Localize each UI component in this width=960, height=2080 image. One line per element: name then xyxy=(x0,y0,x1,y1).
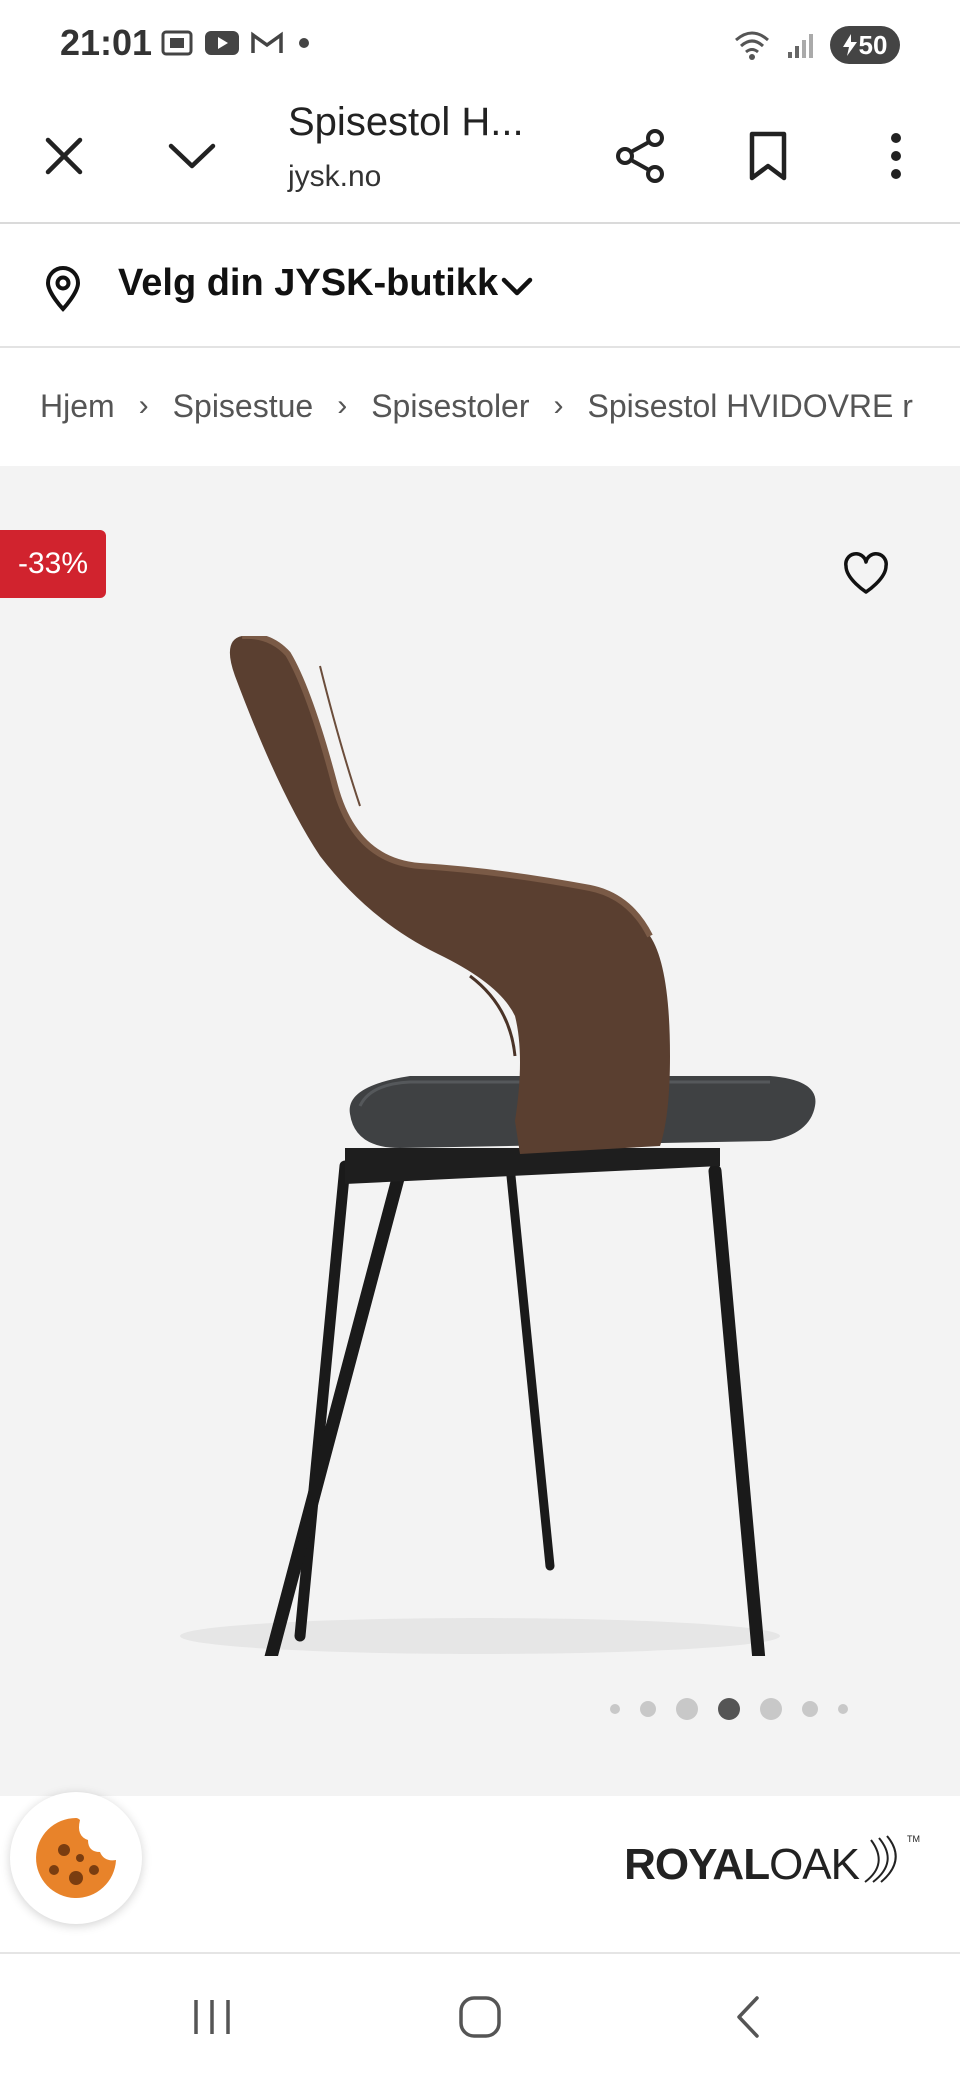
custom-tab-header: Spisestol H... jysk.no xyxy=(0,90,960,224)
carousel-dot[interactable] xyxy=(802,1701,818,1717)
carousel-dot[interactable] xyxy=(676,1698,698,1720)
brand-strip: ROYAL OAK TM xyxy=(0,1796,960,1954)
more-options-button[interactable] xyxy=(856,116,936,196)
chevron-right-icon: › xyxy=(553,389,564,422)
share-button[interactable] xyxy=(600,116,680,196)
breadcrumb-current[interactable]: Spisestol HVIDOVRE r xyxy=(588,388,913,425)
home-icon xyxy=(459,1996,501,2038)
brand-name-royal: ROYAL xyxy=(624,1840,770,1889)
status-bar: 21:01 50 xyxy=(0,0,960,90)
chevron-right-icon: › xyxy=(138,389,149,422)
carousel-dot[interactable] xyxy=(760,1698,782,1720)
minimize-button[interactable] xyxy=(152,116,232,196)
store-selector-label: Velg din JYSK-butikk xyxy=(118,262,499,304)
status-time: 21:01 xyxy=(60,22,153,63)
location-pin-icon xyxy=(45,266,81,312)
breadcrumb-spisestoler[interactable]: Spisestoler xyxy=(371,388,529,425)
battery-level: 50 xyxy=(858,29,888,60)
carousel-dot[interactable] xyxy=(838,1704,848,1714)
store-selector[interactable]: Velg din JYSK-butikk xyxy=(0,224,960,348)
brand-arc-icon xyxy=(864,1835,897,1883)
brand-name-oak: OAK xyxy=(769,1840,860,1889)
youtube-icon xyxy=(205,31,239,55)
close-button[interactable] xyxy=(24,116,104,196)
back-icon xyxy=(737,1996,759,2038)
bookmark-icon xyxy=(749,131,787,181)
wifi-icon xyxy=(735,31,769,60)
cookie-icon xyxy=(36,1818,116,1898)
discount-badge: -33% xyxy=(0,530,106,598)
breadcrumb: Hjem › Spisestue › Spisestoler › Spisest… xyxy=(0,348,960,464)
recent-apps-icon xyxy=(194,2000,230,2034)
screenshot-icon xyxy=(161,30,193,56)
back-button[interactable] xyxy=(708,1982,788,2052)
recent-apps-button[interactable] xyxy=(172,1982,252,2052)
product-image-gallery[interactable]: -33% xyxy=(0,466,960,1796)
carousel-indicator xyxy=(600,1698,858,1720)
brand-trademark: TM xyxy=(907,1834,920,1844)
system-navigation-bar xyxy=(0,1954,960,2080)
share-icon xyxy=(616,129,664,183)
brand-logo: ROYAL OAK TM xyxy=(624,1834,920,1890)
gmail-icon xyxy=(251,31,283,53)
dot-icon xyxy=(299,38,309,48)
heart-icon xyxy=(844,552,888,594)
bookmark-button[interactable] xyxy=(728,116,808,196)
page-domain: jysk.no xyxy=(288,160,382,193)
home-button[interactable] xyxy=(440,1982,520,2052)
cookie-settings-button[interactable] xyxy=(10,1792,142,1924)
breadcrumb-spisestue[interactable]: Spisestue xyxy=(173,388,314,425)
favorite-button[interactable] xyxy=(838,546,894,602)
carousel-dot[interactable] xyxy=(640,1701,656,1717)
breadcrumb-home[interactable]: Hjem xyxy=(40,388,115,425)
close-icon xyxy=(45,137,83,175)
chevron-right-icon: › xyxy=(337,389,348,422)
page-title: Spisestol H... xyxy=(288,100,524,144)
more-vertical-icon xyxy=(891,133,901,179)
system-icons: 50 xyxy=(732,26,900,64)
carousel-dot[interactable] xyxy=(610,1704,620,1714)
chevron-down-icon xyxy=(168,143,216,169)
signal-icon xyxy=(788,34,813,58)
notification-icons xyxy=(160,28,314,58)
carousel-dot[interactable] xyxy=(718,1698,740,1720)
chevron-down-icon xyxy=(501,277,533,296)
battery-charging-icon: 50 xyxy=(830,26,900,64)
product-image xyxy=(180,636,816,1656)
